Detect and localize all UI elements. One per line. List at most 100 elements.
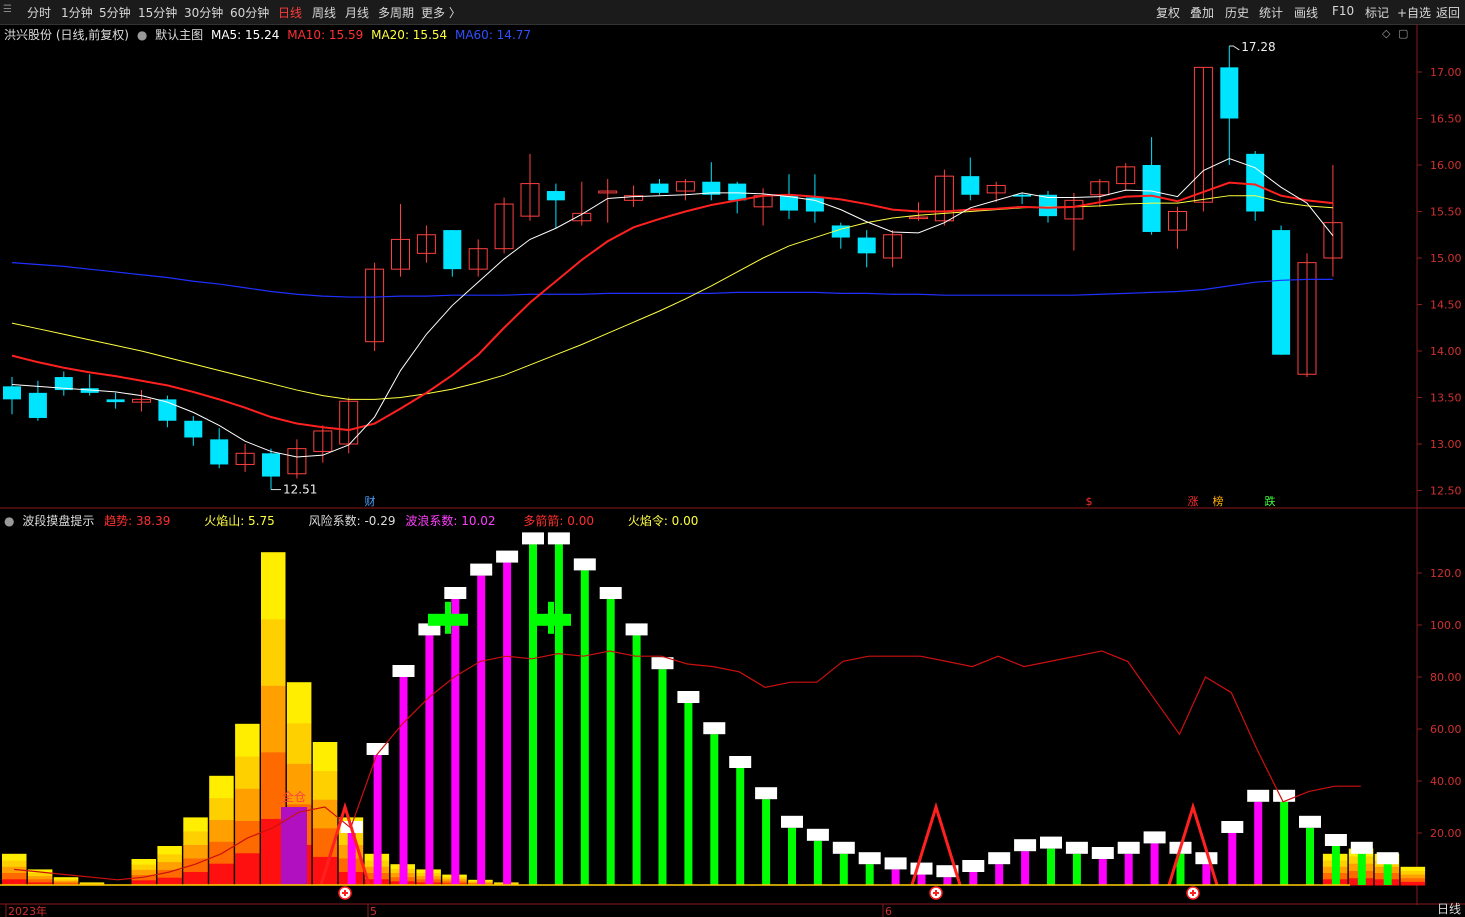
candle-body [728,183,747,201]
wave-cap [547,532,570,545]
event-zhang: 涨 [1188,495,1199,508]
time-axis-label: 6 [885,905,892,917]
price-axis-label: 14.50 [1430,299,1462,312]
fire-segment [2,872,27,880]
wave-bar [392,665,415,885]
wave-bar [1247,789,1270,885]
sub-axis-label: 100.0 [1430,619,1462,632]
candle [986,181,1006,203]
wave-column [1383,864,1392,885]
wave-column [1072,853,1081,885]
wave-cap [1091,847,1114,859]
wave-column [1280,801,1289,885]
wave-bar [1117,841,1140,885]
wave-column [1228,833,1237,885]
wave-cap [703,722,726,735]
candle [365,262,385,351]
wave-column [606,599,615,885]
wave-cap [729,756,752,768]
wave-bar [418,623,441,885]
fire-bar [131,859,156,886]
candle [443,230,462,277]
wave-column [684,703,693,885]
fire-segment [209,863,234,886]
wave-column [477,575,486,885]
candle-body [3,386,21,400]
fire-segment [312,770,338,800]
price-axis-label: 15.00 [1430,252,1462,265]
wave-cap [625,623,648,636]
wave-cap [1221,821,1244,833]
wave-bar [547,532,570,885]
high-price-label: 17.28 [1241,40,1275,54]
candle [1272,225,1291,355]
wave-column [1202,864,1211,885]
candle [391,204,410,277]
wave-cap [806,828,829,841]
wave-bar [1065,841,1088,885]
candle [3,377,21,415]
price-axis-label: 13.50 [1430,392,1462,405]
wave-bar [677,691,700,885]
ma60-line [11,262,1333,298]
candle [857,230,876,268]
wave-column [1098,859,1107,885]
wave-column [658,669,667,885]
price-axis-label: 12.50 [1430,485,1462,498]
full-position-block [281,807,307,885]
wave-cap [1065,841,1088,854]
fire-segment [183,830,208,845]
wave-column [762,799,771,885]
wave-cap [1040,836,1062,849]
wave-column [736,768,745,885]
wave-bar [599,587,622,885]
candle-body [210,439,229,465]
high-marker [1229,45,1240,51]
fire-segment [2,853,27,861]
wave-column [1331,846,1340,885]
wave-column [1047,848,1055,885]
fire-segment [27,878,53,883]
candle [210,428,229,469]
wave-bar [1014,839,1037,885]
fire-segment [235,723,260,757]
wave-bar [625,623,648,885]
wave-bar [1273,789,1296,885]
event-bang: 榜 [1213,494,1224,508]
wave-column [1254,801,1263,885]
fire-segment [1400,877,1426,882]
wave-cap [573,558,596,571]
buy-signal-icon [929,886,943,900]
candle [235,444,255,472]
candle [598,178,618,223]
candle [520,153,540,221]
wave-column [1306,827,1314,885]
long-cross-v [548,601,554,634]
wave-cap [1273,789,1296,802]
wave-column [399,677,408,885]
candle [1116,163,1136,192]
candle [468,239,488,277]
candle [805,174,824,223]
candle [313,425,333,463]
fire-segment [27,875,53,880]
wave-cap [1324,834,1347,846]
wave-column [710,734,719,885]
wave-bar [1299,815,1321,885]
ma20-line [11,195,1333,400]
fire-segment [53,877,79,880]
wave-column [373,755,382,885]
candle-body [184,420,203,438]
wave-cap [832,841,855,854]
chart-canvas[interactable]: 17.00 16.50 16.00 15.50 15.00 14.50 14.00 13.50… [0,0,1465,917]
wave-bar [781,815,803,885]
fire-bar [209,775,234,886]
fire-segment [261,552,286,620]
wave-cap [444,587,467,599]
event-cai: 财 [365,494,376,508]
fire-segment [131,869,156,876]
wave-column [1021,851,1030,885]
candle [546,183,565,229]
wave-column [1124,853,1133,885]
candle-body [650,183,669,193]
